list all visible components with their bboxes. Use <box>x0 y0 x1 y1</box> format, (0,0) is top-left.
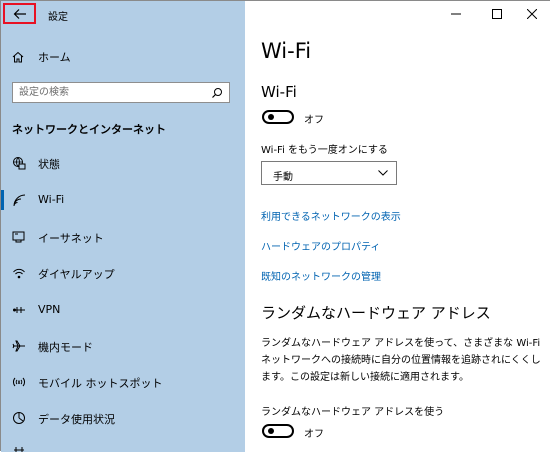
minimize-icon <box>451 13 461 15</box>
ethernet-icon <box>12 231 25 243</box>
wifi-toggle[interactable] <box>262 110 294 124</box>
sidebar-item-airplane[interactable]: 機内モード <box>1 332 245 360</box>
sidebar-item-proxy-partial[interactable] <box>1 439 245 452</box>
settings-window: 設定 ホーム ネットワークとインターネット 状態 <box>0 0 550 452</box>
toggle-knob <box>268 428 274 434</box>
sidebar-item-wifi[interactable]: Wi-Fi <box>1 186 245 214</box>
show-available-networks-link[interactable]: 利用できるネットワークの表示 <box>261 208 401 223</box>
back-arrow-icon <box>13 8 26 19</box>
search-icon[interactable] <box>211 87 223 99</box>
sidebar-item-vpn[interactable]: VPN <box>1 296 245 324</box>
search-input[interactable] <box>13 83 209 102</box>
vpn-icon <box>13 307 25 313</box>
random-hw-toggle-state: オフ <box>304 429 324 440</box>
maximize-icon <box>492 9 502 19</box>
wifi-section-title: Wi-Fi <box>261 83 297 101</box>
minimize-button[interactable] <box>441 5 471 23</box>
random-hw-description: ランダムなハードウェア アドレスを使って、さまざまな Wi-Fi ネットワークへ… <box>261 338 541 383</box>
hardware-properties-link[interactable]: ハードウェアのプロパティ <box>261 238 380 253</box>
sidebar-section-title: ネットワークとインターネット <box>12 123 166 136</box>
wifi-toggle-state: オフ <box>304 115 324 126</box>
status-globe-icon <box>13 157 26 170</box>
sidebar-item-label: VPN <box>38 303 61 316</box>
sidebar-item-ethernet[interactable]: イーサネット <box>1 223 245 251</box>
sidebar-item-status[interactable]: 状態 <box>1 149 245 177</box>
maximize-button[interactable] <box>482 5 512 23</box>
home-link[interactable]: ホーム <box>12 48 71 66</box>
dialup-icon <box>13 268 25 279</box>
sidebar-item-hotspot[interactable]: モバイル ホットスポット <box>1 368 245 396</box>
main-pane: Wi-Fi Wi-Fi オフ Wi-Fi をもう一度オンにする 手動 利用できる… <box>245 1 550 452</box>
sidebar-item-label: データ使用状況 <box>38 413 115 426</box>
reenable-label: Wi-Fi をもう一度オンにする <box>261 145 388 156</box>
sidebar-item-label: モバイル ホットスポット <box>38 377 163 390</box>
sidebar-item-label: 機内モード <box>38 341 93 354</box>
sidebar-item-data-usage[interactable]: データ使用状況 <box>1 404 245 432</box>
home-icon <box>12 51 24 63</box>
airplane-icon <box>12 340 25 352</box>
settings-search[interactable] <box>12 82 230 103</box>
chevron-down-icon <box>378 170 388 176</box>
reenable-dropdown[interactable]: 手動 <box>261 161 397 185</box>
sidebar-item-label: イーサネット <box>38 232 104 245</box>
sidebar-item-label: Wi-Fi <box>38 193 65 206</box>
toggle-knob <box>268 114 274 120</box>
close-button[interactable] <box>517 5 547 23</box>
data-usage-icon <box>13 412 25 424</box>
page-title: Wi-Fi <box>261 39 312 63</box>
sidebar-item-label: ダイヤルアップ <box>38 268 115 281</box>
random-hw-use-label: ランダムなハードウェア アドレスを使う <box>261 407 445 418</box>
random-hw-toggle[interactable] <box>262 424 294 438</box>
manage-known-networks-link[interactable]: 既知のネットワークの管理 <box>261 268 381 283</box>
window-title: 設定 <box>48 12 68 23</box>
sidebar-item-label: 状態 <box>38 158 60 171</box>
sidebar-item-dialup[interactable]: ダイヤルアップ <box>1 259 245 287</box>
back-button[interactable] <box>3 3 36 24</box>
reenable-selected-value: 手動 <box>273 172 293 183</box>
sidebar: 設定 ホーム ネットワークとインターネット 状態 <box>1 1 245 452</box>
proxy-icon <box>14 447 24 452</box>
close-icon <box>527 9 537 19</box>
home-label: ホーム <box>38 51 71 64</box>
random-hw-section-title: ランダムなハードウェア アドレス <box>261 304 491 322</box>
wifi-icon <box>13 194 26 207</box>
hotspot-icon <box>13 377 25 387</box>
